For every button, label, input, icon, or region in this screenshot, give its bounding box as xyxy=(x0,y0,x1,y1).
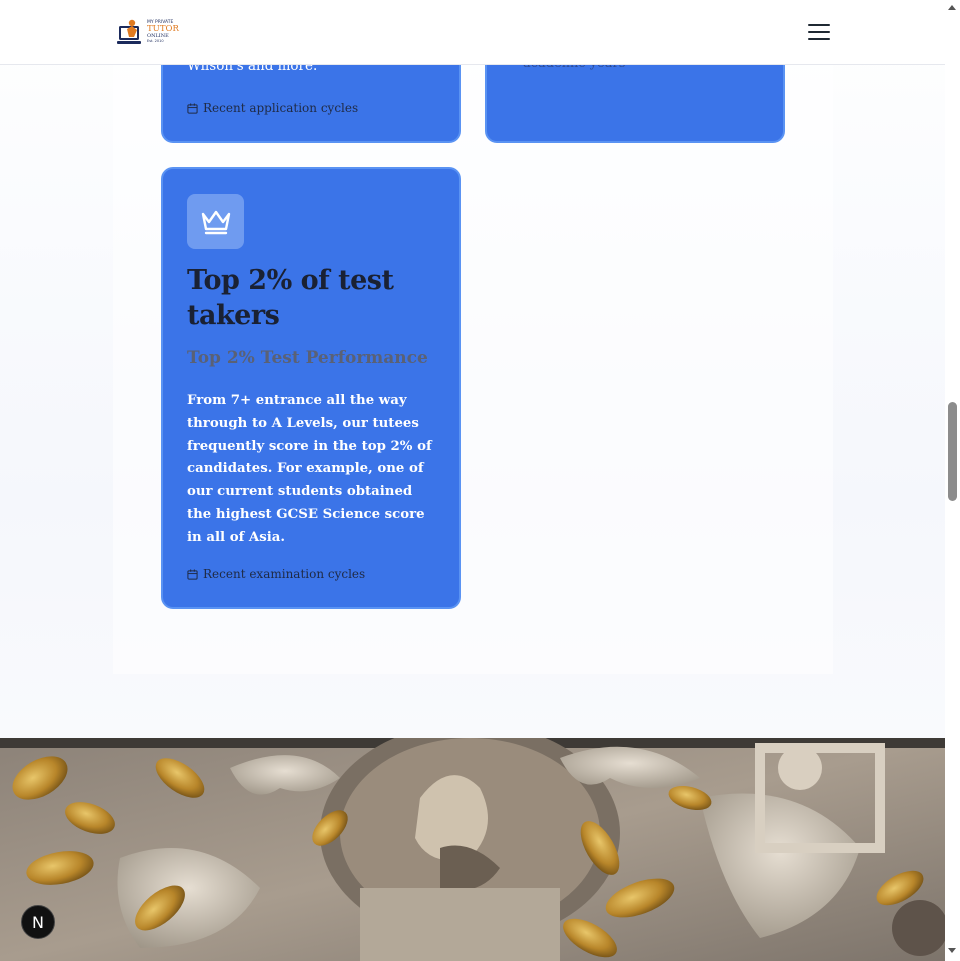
logo-sub-text: ONLINE xyxy=(147,32,169,39)
card-meta: Recent examination cycles xyxy=(187,567,365,581)
menu-line xyxy=(808,24,830,26)
ceiling-artwork xyxy=(0,738,945,961)
card-title: Top 2% of test takers xyxy=(187,265,394,331)
menu-line xyxy=(808,38,830,40)
card-meta-label: Recent examination cycles xyxy=(203,567,366,581)
scroll-up-arrow-icon[interactable] xyxy=(948,5,956,10)
site-header: MY PRIVATE TUTOR ONLINE Est. 2010 xyxy=(0,0,945,65)
scroll-down-arrow-icon[interactable] xyxy=(948,948,956,953)
card-meta: Recent application cycles xyxy=(187,101,358,115)
tutor-logo-icon xyxy=(117,19,141,44)
result-card-test-takers: Top 2% of test takers Top 2% Test Perfor… xyxy=(161,167,461,609)
site-logo[interactable]: MY PRIVATE TUTOR ONLINE Est. 2010 xyxy=(117,15,179,49)
crown-icon xyxy=(201,210,230,234)
logo-wordmark: MY PRIVATE TUTOR ONLINE Est. 2010 xyxy=(147,20,179,44)
card-icon-tile xyxy=(187,194,244,249)
hamburger-menu-icon[interactable] xyxy=(808,22,830,42)
calendar-icon xyxy=(187,568,198,580)
card-meta-label: Recent application cycles xyxy=(203,101,359,115)
next-dev-badge[interactable]: N xyxy=(21,905,55,939)
logo-est-text: Est. 2010 xyxy=(147,38,164,43)
menu-line xyxy=(808,31,830,33)
ornate-ceiling-image xyxy=(0,738,945,961)
page-scrollbar[interactable] xyxy=(945,0,960,961)
scrollbar-thumb[interactable] xyxy=(948,402,957,501)
card-description: From 7+ entrance all the way through to … xyxy=(187,393,432,545)
card-subtitle: Top 2% Test Performance xyxy=(187,348,428,368)
calendar-icon xyxy=(187,102,198,114)
